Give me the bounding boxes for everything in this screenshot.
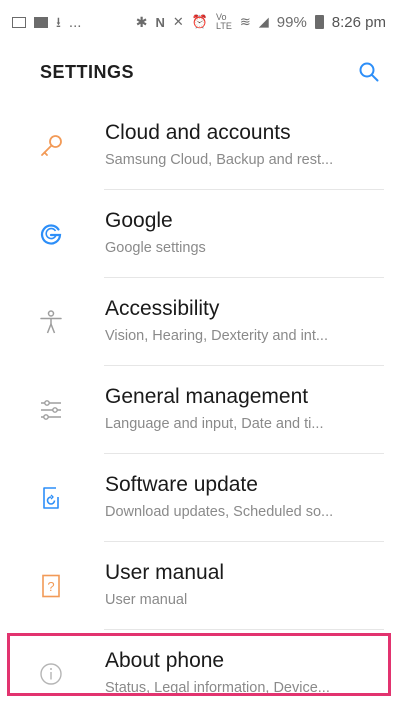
signal-icon: ◢ [258, 14, 269, 29]
settings-item-title: General management [105, 385, 309, 408]
volte-icon: Vo LTE [216, 12, 232, 31]
alarm-icon: ⏰ [191, 14, 209, 29]
user-manual-icon: ? [38, 573, 64, 599]
status-bar: ⭳ ... ✱ N ✕ ⏰ Vo LTE ≋ ◢ 99% 8:26 pm [0, 0, 400, 44]
settings-item-text: Cloud and accounts Samsung Cloud, Backup… [105, 120, 380, 168]
page-title: SETTINGS [40, 61, 135, 82]
settings-item-text: General management Language and input, D… [105, 384, 380, 432]
settings-item-subtitle: Samsung Cloud, Backup and rest... [105, 152, 334, 168]
settings-item-google[interactable]: Google Google settings [0, 190, 400, 278]
accessibility-icon [38, 309, 64, 335]
battery-percent: 99% [276, 13, 307, 31]
bluetooth-icon: ✱ [135, 13, 148, 30]
google-icon [38, 221, 64, 247]
image-icon [12, 16, 26, 28]
nfc-icon: N [155, 14, 165, 30]
settings-item-user-manual[interactable]: ? User manual User manual [0, 542, 400, 630]
status-time: 8:26 pm [331, 13, 386, 31]
search-icon [359, 62, 379, 82]
settings-item-text: Accessibility Vision, Hearing, Dexterity… [105, 296, 380, 344]
sliders-icon [38, 397, 64, 423]
key-icon [38, 133, 64, 159]
status-bar-left: ⭳ ... [12, 14, 81, 31]
settings-item-general-management[interactable]: General management Language and input, D… [0, 366, 400, 454]
settings-item-text: Google Google settings [105, 208, 380, 256]
battery-icon [314, 15, 324, 29]
status-bar-right: ✱ N ✕ ⏰ Vo LTE ≋ ◢ 99% 8:26 pm [136, 13, 386, 31]
settings-item-subtitle: Language and input, Date and ti... [105, 416, 324, 432]
settings-item-about-phone[interactable]: About phone Status, Legal information, D… [0, 630, 400, 718]
settings-item-title: About phone [105, 649, 225, 672]
settings-item-subtitle: Status, Legal information, Device... [105, 680, 330, 696]
settings-item-title: Software update [105, 473, 258, 496]
status-ellipsis: ... [68, 13, 82, 31]
app-header: SETTINGS [0, 44, 400, 100]
settings-list: Cloud and accounts Samsung Cloud, Backup… [0, 102, 400, 718]
settings-item-title: Cloud and accounts [105, 121, 291, 144]
info-icon [38, 661, 64, 687]
search-button[interactable] [354, 57, 384, 87]
svg-text:?: ? [47, 579, 54, 594]
settings-item-subtitle: Google settings [105, 240, 206, 256]
settings-item-title: User manual [105, 561, 225, 584]
news-icon [34, 16, 48, 28]
settings-item-title: Google [105, 209, 173, 232]
settings-item-subtitle: User manual [105, 592, 188, 608]
settings-item-text: About phone Status, Legal information, D… [105, 648, 380, 696]
mute-icon: ✕ [172, 14, 184, 29]
settings-item-accessibility[interactable]: Accessibility Vision, Hearing, Dexterity… [0, 278, 400, 366]
settings-item-text: User manual User manual [105, 560, 380, 608]
settings-item-title: Accessibility [105, 297, 220, 320]
software-update-icon [38, 485, 64, 511]
settings-item-text: Software update Download updates, Schedu… [105, 472, 380, 520]
settings-item-cloud-and-accounts[interactable]: Cloud and accounts Samsung Cloud, Backup… [0, 102, 400, 190]
settings-item-subtitle: Download updates, Scheduled so... [105, 504, 334, 520]
settings-item-subtitle: Vision, Hearing, Dexterity and int... [105, 328, 328, 344]
wifi-icon: ≋ [239, 14, 251, 29]
download-icon: ⭳ [56, 14, 61, 30]
settings-item-software-update[interactable]: Software update Download updates, Schedu… [0, 454, 400, 542]
